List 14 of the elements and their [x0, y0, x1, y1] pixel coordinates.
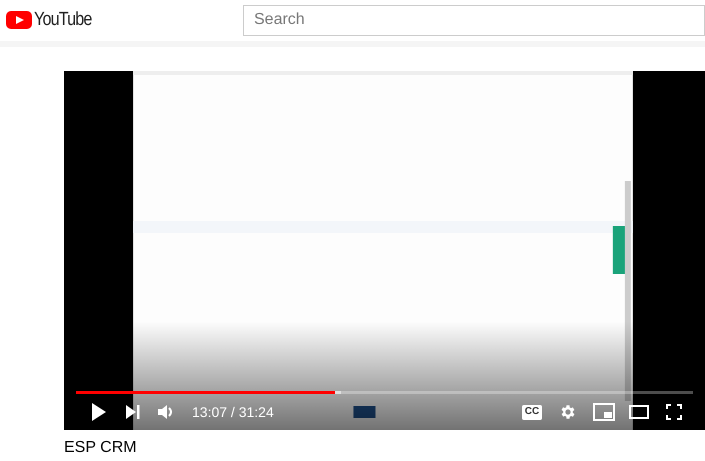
logo-icon: [6, 11, 32, 29]
video-title: ESP CRM: [64, 439, 138, 457]
fullscreen-icon[interactable]: [666, 404, 682, 420]
search-field[interactable]: Search: [243, 4, 705, 36]
volume-icon[interactable]: [158, 404, 174, 420]
logo-text[interactable]: YouTube: [34, 6, 92, 34]
play-icon[interactable]: [92, 403, 106, 421]
next-icon[interactable]: [126, 405, 140, 419]
progress-track[interactable]: [76, 391, 693, 394]
theater-mode-icon[interactable]: [629, 405, 649, 419]
settings-icon[interactable]: [559, 403, 577, 421]
captions-button[interactable]: CC: [522, 404, 542, 420]
time-display: 13:07 / 31:24: [192, 402, 274, 422]
miniplayer-icon[interactable]: [593, 403, 615, 421]
